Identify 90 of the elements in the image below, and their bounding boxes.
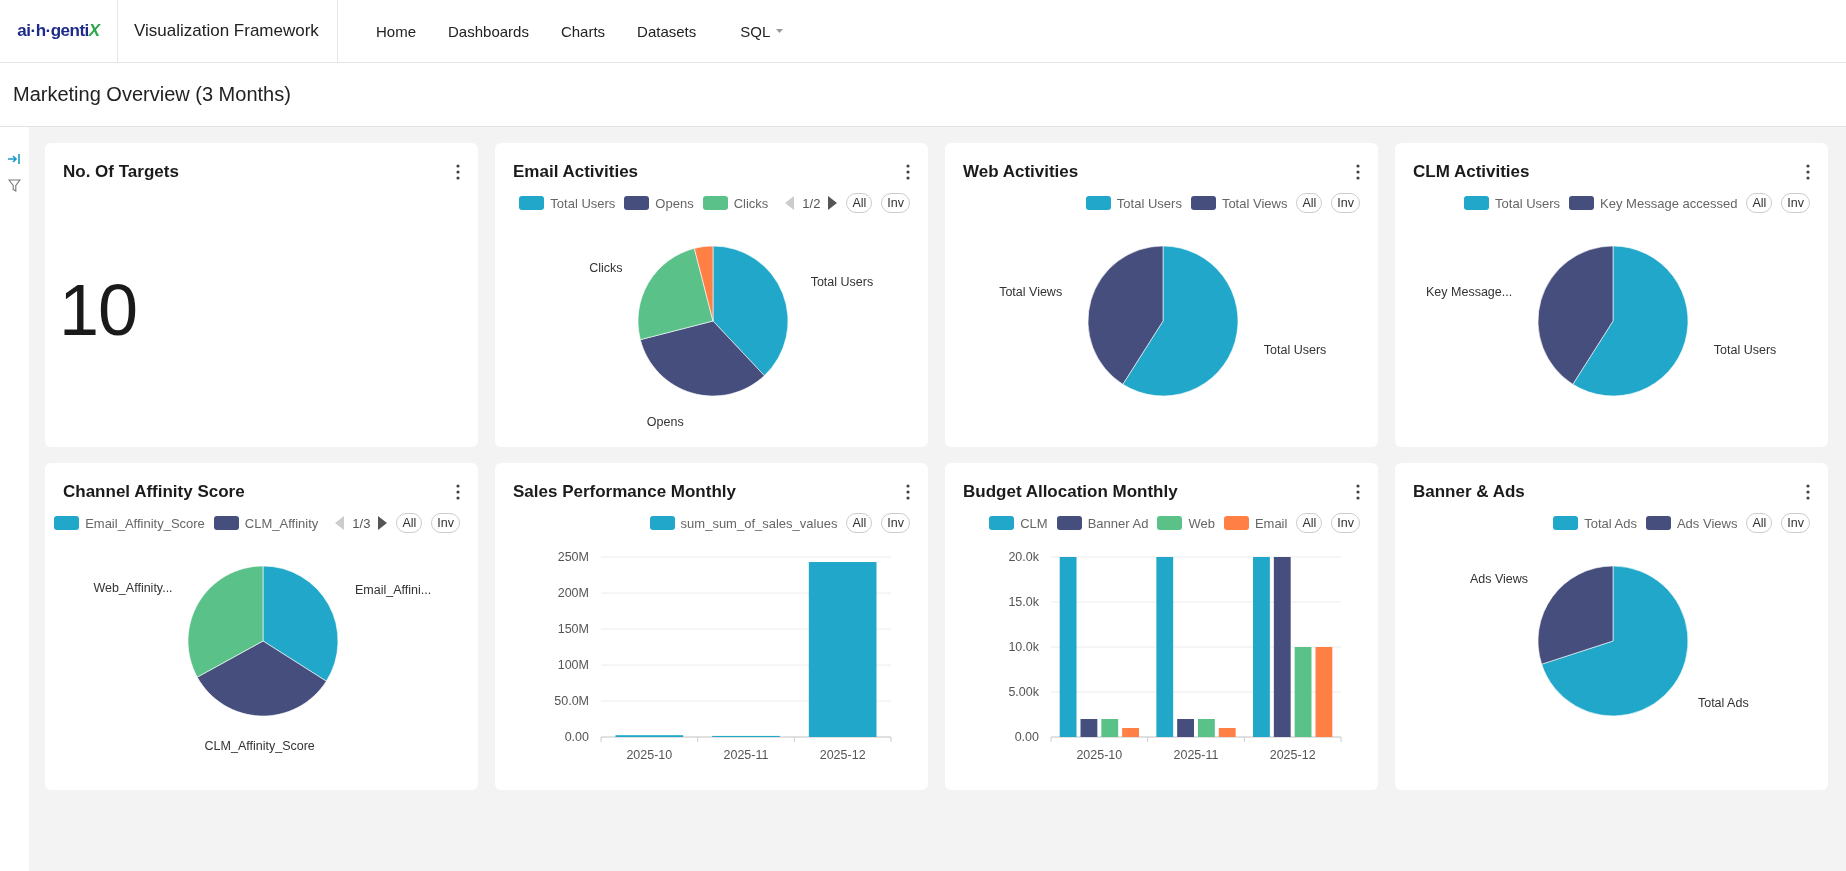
nav-link[interactable]: Home [360,14,432,48]
slice-label: Total Users [810,275,874,290]
filter-icon[interactable] [8,179,21,192]
legend-toggle-button[interactable]: Inv [1331,513,1360,533]
kebab-menu-icon[interactable] [456,164,460,180]
slice-label: Total Users [1713,343,1777,358]
legend-toggle-button[interactable]: Inv [1781,193,1810,213]
legend-item[interactable]: Total Users [1085,195,1182,211]
card-title: Banner & Ads [1413,482,1525,502]
slice-label: Total Ads [1697,695,1749,710]
legend-toggle-button[interactable]: Inv [881,513,910,533]
slice-label: Clicks [589,260,623,275]
legend-item[interactable]: Email_Affinity_Score [54,515,205,531]
slice-label: Web_Affinity... [93,580,173,595]
legend-item[interactable]: Total Users [1464,195,1561,211]
nav-link[interactable]: SQL [724,14,800,48]
big-number: 10 [59,269,139,351]
card-title: Email Activities [513,162,639,182]
kebab-menu-icon[interactable] [906,484,910,500]
axis-label: 100M [557,658,589,672]
kebab-menu-icon[interactable] [1806,164,1810,180]
legend-toggle-button[interactable]: All [1296,193,1323,213]
slice-label: CLM_Affinity_Score [204,738,315,753]
arrow-to-bar-icon[interactable] [8,153,21,165]
kebab-menu-icon[interactable] [1356,484,1360,500]
nav-link[interactable]: Dashboards [432,14,545,48]
axis-label: 0.00 [1014,730,1039,744]
legend-toggle-button[interactable]: All [1746,193,1773,213]
next-arrow-icon[interactable] [378,516,388,530]
legend-toggle-button[interactable]: Inv [881,193,910,213]
app-name: Visualization Framework [134,21,319,41]
card-title: Budget Allocation Monthly [963,482,1178,502]
slice-label: Email_Affini... [355,583,432,598]
slice-label: Total Views [999,284,1063,299]
axis-label: 50.0M [554,694,589,708]
legend-item[interactable]: Opens [624,195,694,211]
legend-item[interactable]: Clicks [702,195,769,211]
axis-label: 2025-11 [1173,748,1219,762]
legend-item[interactable]: Email [1223,515,1288,531]
kebab-menu-icon[interactable] [456,484,460,500]
legend-toggle-button[interactable]: All [1746,513,1773,533]
legend-item[interactable]: Banner Ad [1056,515,1149,531]
slice-label: Opens [646,414,684,429]
legend-item[interactable]: Total Ads [1553,515,1637,531]
legend-item[interactable]: Key Message accessed [1569,195,1738,211]
legend-toggle-button[interactable]: Inv [431,513,460,533]
axis-label: 2025-11 [723,748,769,762]
logo: ai·h·gentiX [17,21,100,41]
legend-toggle-button[interactable]: All [846,193,873,213]
legend-item[interactable]: Total Views [1190,195,1288,211]
next-arrow-icon[interactable] [828,196,838,210]
nav-link[interactable]: Charts [544,14,622,48]
axis-label: 15.0k [1008,595,1039,609]
page-indicator: 1/2 [802,195,821,211]
axis-label: 2025-10 [1076,748,1123,762]
page-indicator: 1/3 [352,515,371,531]
slice-label: Ads Views [1469,572,1529,587]
card-title: Web Activities [963,162,1079,182]
card-title: CLM Activities [1413,162,1530,182]
card-title: No. Of Targets [63,162,179,182]
axis-label: 2025-12 [819,748,866,762]
legend-toggle-button[interactable]: Inv [1781,513,1810,533]
card-title: Channel Affinity Score [63,482,245,502]
legend-toggle-button[interactable]: All [846,513,873,533]
legend-toggle-button[interactable]: Inv [1331,193,1360,213]
slice-label: Total Users [1263,343,1327,358]
legend-item[interactable]: Web [1157,515,1215,531]
legend-item[interactable]: Total Users [519,195,616,211]
legend-toggle-button[interactable]: All [396,513,423,533]
legend-item[interactable]: sum_sum_of_sales_values [649,515,838,531]
legend-item[interactable]: CLM [989,515,1048,531]
legend-item[interactable]: CLM_Affinity [213,515,319,531]
axis-label: 0.00 [564,730,589,744]
card-title: Sales Performance Monthly [513,482,736,502]
nav-link[interactable]: Datasets [621,14,713,48]
axis-label: 250M [557,550,589,564]
axis-label: 200M [557,586,589,600]
axis-label: 2025-12 [1269,748,1316,762]
legend-toggle-button[interactable]: All [1296,513,1323,533]
kebab-menu-icon[interactable] [906,164,910,180]
kebab-menu-icon[interactable] [1806,484,1810,500]
axis-label: 2025-10 [626,748,673,762]
axis-label: 10.0k [1008,640,1039,654]
axis-label: 5.00k [1008,685,1039,699]
kebab-menu-icon[interactable] [1356,164,1360,180]
slice-label: Key Message... [1426,284,1513,299]
page-title: Marketing Overview (3 Months) [13,83,291,106]
legend-item[interactable]: Ads Views [1645,515,1738,531]
axis-label: 150M [557,622,589,636]
axis-label: 20.0k [1008,550,1039,564]
